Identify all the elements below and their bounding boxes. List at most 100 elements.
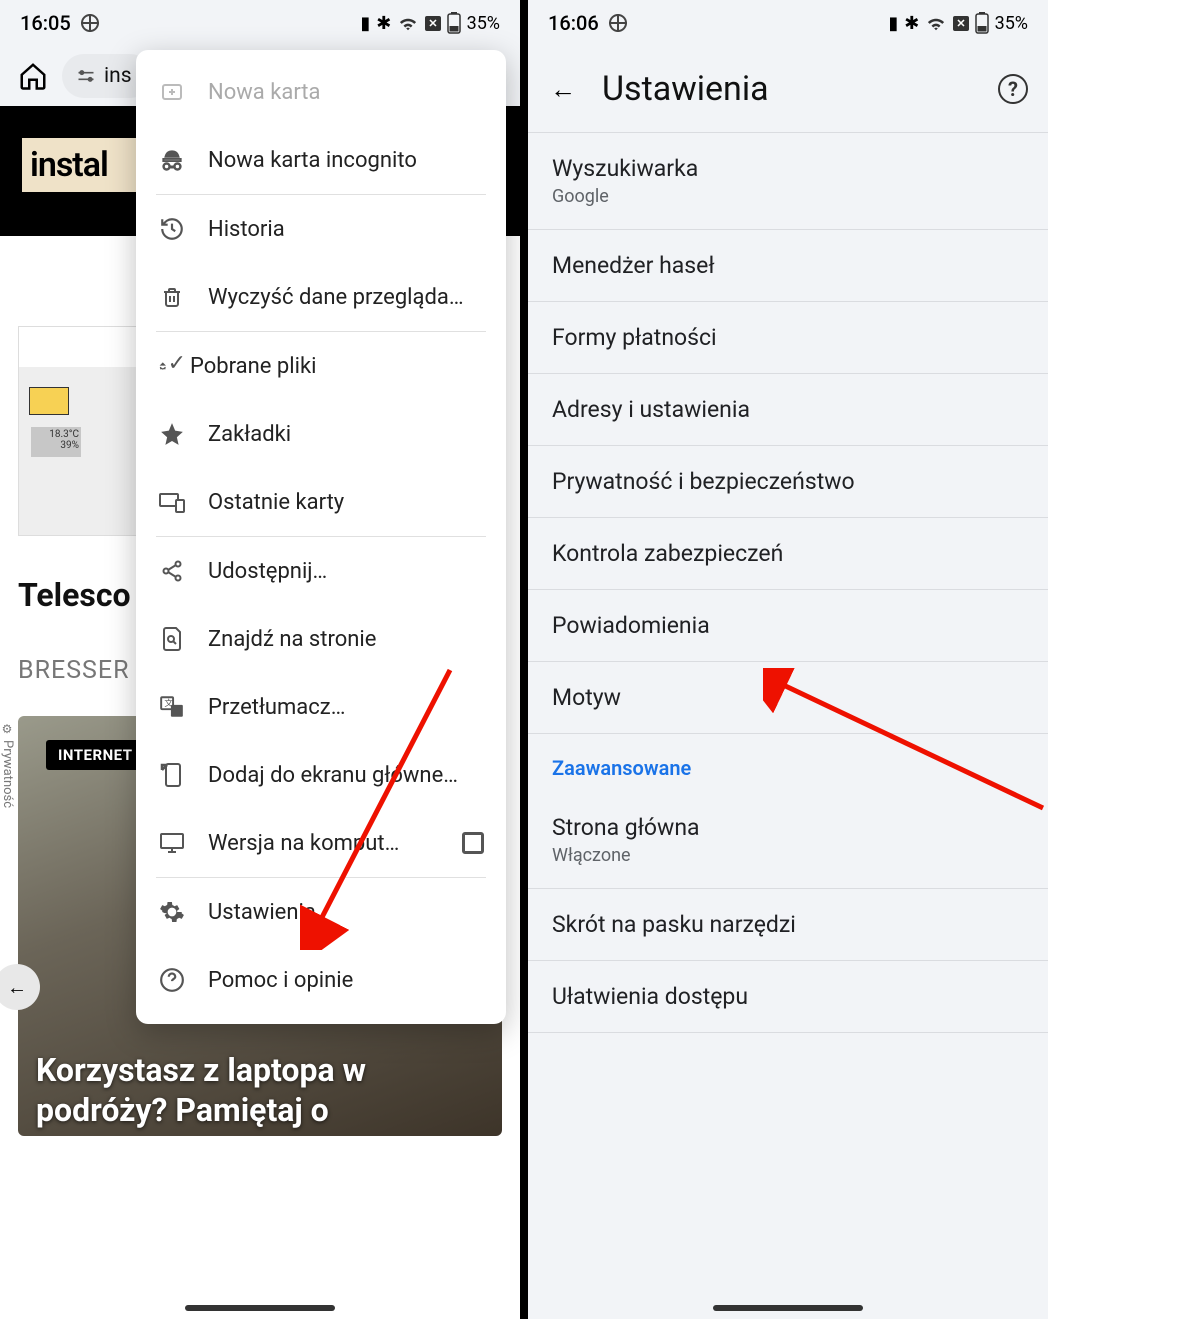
menu-recent-tabs[interactable]: Ostatnie karty xyxy=(136,468,506,536)
browser-menu: Nowa karta Nowa karta incognito Historia… xyxy=(136,50,506,1024)
menu-new-tab[interactable]: Nowa karta xyxy=(136,58,506,126)
product-lcd: 18.3°C 39% xyxy=(31,427,81,457)
row-primary: Adresy i ustawienia xyxy=(552,396,1024,423)
battery-pct: 35% xyxy=(467,13,500,34)
nfc-icon: ✕ xyxy=(953,16,968,31)
menu-label: Znajdź na stronie xyxy=(208,627,376,652)
menu-label: Wyczyść dane przegląda… xyxy=(208,285,464,310)
menu-clear-data[interactable]: Wyczyść dane przegląda… xyxy=(136,263,506,331)
menu-label: Nowa karta xyxy=(208,80,320,105)
vibrate-icon: ▮ xyxy=(888,13,898,34)
menu-label: Zakładki xyxy=(208,422,291,447)
menu-settings[interactable]: Ustawienia xyxy=(136,878,506,946)
desktop-checkbox[interactable] xyxy=(462,832,484,854)
section-advanced: Zaawansowane xyxy=(528,734,1048,792)
globe-icon xyxy=(609,14,627,32)
row-primary: Strona główna xyxy=(552,814,1024,841)
help-icon[interactable]: ? xyxy=(998,74,1028,104)
menu-help[interactable]: Pomoc i opinie xyxy=(136,946,506,1014)
wifi-icon xyxy=(397,14,419,32)
row-primary: Menedżer haseł xyxy=(552,252,1024,279)
status-bar: 16:06 ▮ ✱ ✕ 35% xyxy=(528,0,1048,46)
nfc-icon: ✕ xyxy=(425,16,440,31)
svg-text:文: 文 xyxy=(164,697,173,709)
tune-icon xyxy=(76,66,96,86)
row-privacy[interactable]: Prywatność i bezpieczeństwo xyxy=(528,446,1048,518)
menu-label: Przetłumacz… xyxy=(208,695,345,720)
menu-label: Nowa karta incognito xyxy=(208,148,417,173)
row-secondary: Włączone xyxy=(552,845,1024,866)
row-homepage[interactable]: Strona główna Włączone xyxy=(528,792,1048,889)
row-primary: Ułatwienia dostępu xyxy=(552,983,1024,1010)
row-payments[interactable]: Formy płatności xyxy=(528,302,1048,374)
row-safety-check[interactable]: Kontrola zabezpieczeń xyxy=(528,518,1048,590)
bluetooth-icon: ✱ xyxy=(376,13,391,34)
row-accessibility[interactable]: Ułatwienia dostępu xyxy=(528,961,1048,1033)
translate-icon: 文 xyxy=(158,693,186,721)
battery-icon xyxy=(975,12,989,34)
menu-label: Dodaj do ekranu głównego xyxy=(208,763,468,788)
menu-history[interactable]: Historia xyxy=(136,195,506,263)
screen-left: 16:05 ▮ ✱ ✕ 35% ins instal 18.3°C 39% Te… xyxy=(0,0,520,1319)
downloads-icon: ✓ xyxy=(158,352,186,380)
devices-icon xyxy=(158,488,186,516)
status-time: 16:06 xyxy=(548,11,599,35)
row-primary: Formy płatności xyxy=(552,324,1024,351)
menu-label: Ustawienia xyxy=(208,900,316,925)
status-left: 16:06 xyxy=(548,11,627,35)
menu-add-home[interactable]: Dodaj do ekranu głównego xyxy=(136,741,506,809)
row-passwords[interactable]: Menedżer haseł xyxy=(528,230,1048,302)
home-icon[interactable] xyxy=(18,61,48,91)
headline: Korzystasz z laptopa w podróży? Pamiętaj… xyxy=(36,1050,494,1130)
back-button[interactable]: ← xyxy=(548,74,578,105)
add-home-icon xyxy=(158,761,186,789)
gear-icon xyxy=(158,898,186,926)
menu-share[interactable]: Udostępnij… xyxy=(136,537,506,605)
privacy-tab[interactable]: ⚙Prywatność xyxy=(0,718,17,812)
menu-downloads[interactable]: ✓ Pobrane pliki xyxy=(136,332,506,400)
row-notifications[interactable]: Powiadomienia xyxy=(528,590,1048,662)
category-badge: INTERNET xyxy=(46,740,145,770)
bluetooth-icon: ✱ xyxy=(904,13,919,34)
row-primary: Powiadomienia xyxy=(552,612,1024,639)
globe-icon xyxy=(81,14,99,32)
row-search-engine[interactable]: Wyszukiwarka Google xyxy=(528,133,1048,230)
row-primary: Kontrola zabezpieczeń xyxy=(552,540,1024,567)
menu-translate[interactable]: 文 Przetłumacz… xyxy=(136,673,506,741)
history-icon xyxy=(158,215,186,243)
status-time: 16:05 xyxy=(20,11,71,35)
menu-incognito[interactable]: Nowa karta incognito xyxy=(136,126,506,194)
row-toolbar-shortcut[interactable]: Skrót na pasku narzędzi xyxy=(528,889,1048,961)
row-primary: Skrót na pasku narzędzi xyxy=(552,911,1024,938)
nav-pill[interactable] xyxy=(713,1305,863,1311)
trash-icon xyxy=(158,283,186,311)
menu-desktop-site[interactable]: Wersja na komput… xyxy=(136,809,506,877)
row-theme[interactable]: Motyw xyxy=(528,662,1048,734)
site-logo[interactable]: instal xyxy=(18,134,148,196)
status-left: 16:05 xyxy=(20,11,99,35)
find-icon xyxy=(158,625,186,653)
screen-right: 16:06 ▮ ✱ ✕ 35% ← Ustawienia ? Wyszukiwa… xyxy=(528,0,1048,1319)
incognito-icon xyxy=(158,146,186,174)
menu-bookmarks[interactable]: Zakładki xyxy=(136,400,506,468)
menu-find[interactable]: Znajdź na stronie xyxy=(136,605,506,673)
battery-pct: 35% xyxy=(995,13,1028,34)
settings-header: ← Ustawienia ? xyxy=(528,46,1048,132)
menu-label: Udostępnij… xyxy=(208,559,327,584)
page-title: Ustawienia xyxy=(602,69,974,109)
nav-pill[interactable] xyxy=(185,1305,335,1311)
row-secondary: Google xyxy=(552,186,1024,207)
menu-label: Pobrane pliki xyxy=(190,354,316,379)
row-addresses[interactable]: Adresy i ustawienia xyxy=(528,374,1048,446)
product-badge xyxy=(29,387,69,415)
help-icon xyxy=(158,966,186,994)
brand-text: BRESSER xyxy=(18,656,130,685)
row-primary: Wyszukiwarka xyxy=(552,155,1024,182)
new-tab-icon xyxy=(158,78,186,106)
status-right: ▮ ✱ ✕ 35% xyxy=(888,12,1028,34)
row-primary: Motyw xyxy=(552,684,1024,711)
status-bar: 16:05 ▮ ✱ ✕ 35% xyxy=(0,0,520,46)
battery-icon xyxy=(447,12,461,34)
gear-icon: ⚙ xyxy=(0,722,14,736)
star-icon xyxy=(158,420,186,448)
